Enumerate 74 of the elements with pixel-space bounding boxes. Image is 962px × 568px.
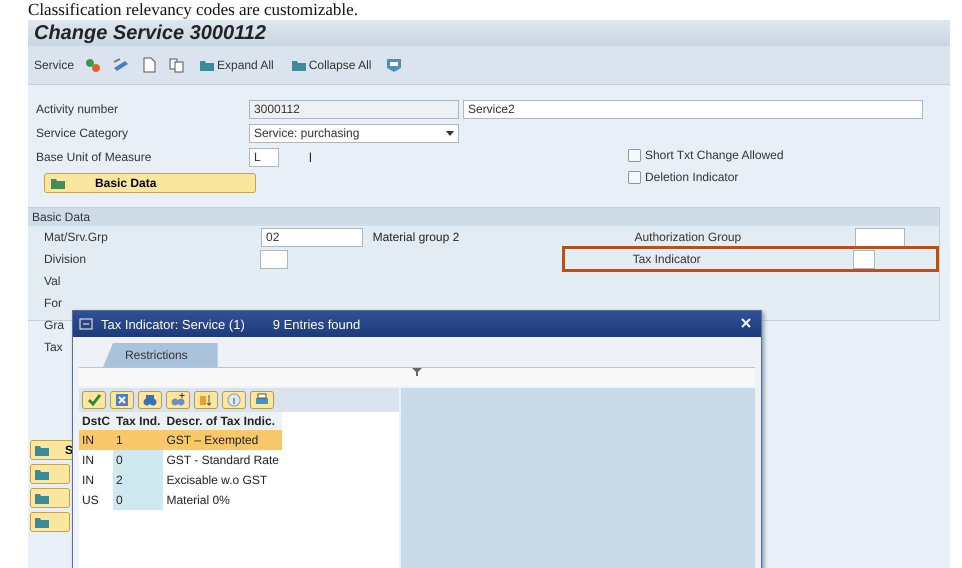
field-label: Tax Indicator — [632, 252, 702, 266]
table-cell: IN — [79, 470, 114, 490]
input-field[interactable] — [854, 228, 904, 246]
input-field[interactable]: Service2 — [463, 100, 923, 118]
field-label: Gra — [44, 318, 64, 332]
copy-icon[interactable] — [168, 56, 186, 74]
column-header[interactable]: DstC — [79, 412, 114, 430]
checkbox[interactable] — [628, 148, 641, 162]
group-title: Basic Data — [28, 208, 939, 226]
input-field[interactable]: 3000112 — [249, 100, 459, 118]
unit-text: l — [309, 150, 312, 164]
table-cell: GST - Standard Rate — [163, 450, 282, 470]
field-label: Service Category — [36, 126, 130, 140]
tab-button[interactable] — [30, 488, 70, 508]
input-field[interactable]: L — [249, 148, 279, 166]
table-cell: 2 — [113, 470, 164, 490]
tab[interactable]: Restrictions — [103, 343, 218, 367]
field-label: Authorization Group — [634, 230, 742, 244]
toolbar-button[interactable]: Expand All — [196, 58, 278, 72]
binoculars-icon — [142, 392, 158, 408]
table-cell: 0 — [113, 450, 164, 470]
entries-count: 9 Entries found — [272, 316, 360, 332]
folder-icon — [35, 468, 49, 480]
caption-text: Classification relevancy codes are customizable. — [27, 0, 359, 20]
field-label: Val — [44, 274, 60, 288]
checkbox-label[interactable]: Deletion Indicator — [645, 170, 738, 184]
tab-button[interactable]: Basic Data — [44, 173, 256, 193]
input-field[interactable]: 02 — [261, 228, 363, 246]
toolbar-button[interactable] — [166, 391, 190, 409]
field-label: Base Unit of Measure — [36, 150, 152, 164]
table-cell: US — [79, 490, 114, 510]
toolbar-button[interactable] — [250, 391, 274, 409]
table-cell: GST – Exempted — [163, 430, 282, 450]
tab-button[interactable] — [30, 512, 70, 532]
table-cell-text: Material 0% — [165, 492, 231, 509]
input-field[interactable] — [260, 250, 288, 268]
window-icon — [79, 318, 93, 330]
menu-label[interactable]: Service — [34, 58, 74, 72]
table-cell: IN — [79, 430, 114, 450]
caret-icon — [446, 130, 454, 136]
info-icon — [226, 392, 242, 408]
field-label: Activity number — [36, 102, 120, 116]
folder-icon — [35, 444, 49, 456]
dialog-title: Tax Indicator: Service (1) — [101, 316, 245, 332]
cancel-icon — [114, 392, 130, 408]
field-label: For — [44, 296, 62, 310]
field-description: Material group 2 — [372, 230, 460, 244]
field-value: Service: purchasing — [254, 124, 360, 142]
column-header[interactable]: Tax Ind. — [113, 412, 164, 430]
field-label: Mat/Srv.Grp — [44, 230, 109, 244]
toolbar-button[interactable] — [194, 391, 218, 409]
field-label: Tax — [44, 340, 63, 354]
filter-icon[interactable] — [412, 368, 422, 376]
toolbar-button[interactable]: Collapse All — [288, 58, 376, 72]
folder-icon — [200, 59, 214, 71]
checkbox[interactable] — [628, 170, 641, 184]
check-icon — [86, 392, 102, 408]
column-header[interactable]: Descr. of Tax Indic. — [163, 412, 282, 430]
binoculars-plus-icon — [170, 392, 186, 408]
folder-icon — [35, 492, 49, 504]
dropdown-field[interactable]: Service: purchasing — [249, 124, 459, 142]
window-title: Change Service 3000112 — [28, 20, 950, 46]
folder-icon — [292, 59, 306, 71]
table-cell-text: Excisable w.o GST — [165, 472, 268, 489]
sort-icon — [198, 392, 214, 408]
table-cell: 0 — [113, 490, 164, 510]
input-field[interactable] — [852, 250, 875, 268]
tab-button[interactable] — [30, 464, 70, 484]
folder-icon — [35, 516, 49, 528]
folder-icon — [51, 177, 65, 189]
field-label: Division — [44, 252, 88, 266]
checkbox-label[interactable]: Short Txt Change Allowed — [645, 148, 784, 162]
close-icon — [741, 318, 751, 328]
table-cell: 1 — [113, 430, 164, 450]
